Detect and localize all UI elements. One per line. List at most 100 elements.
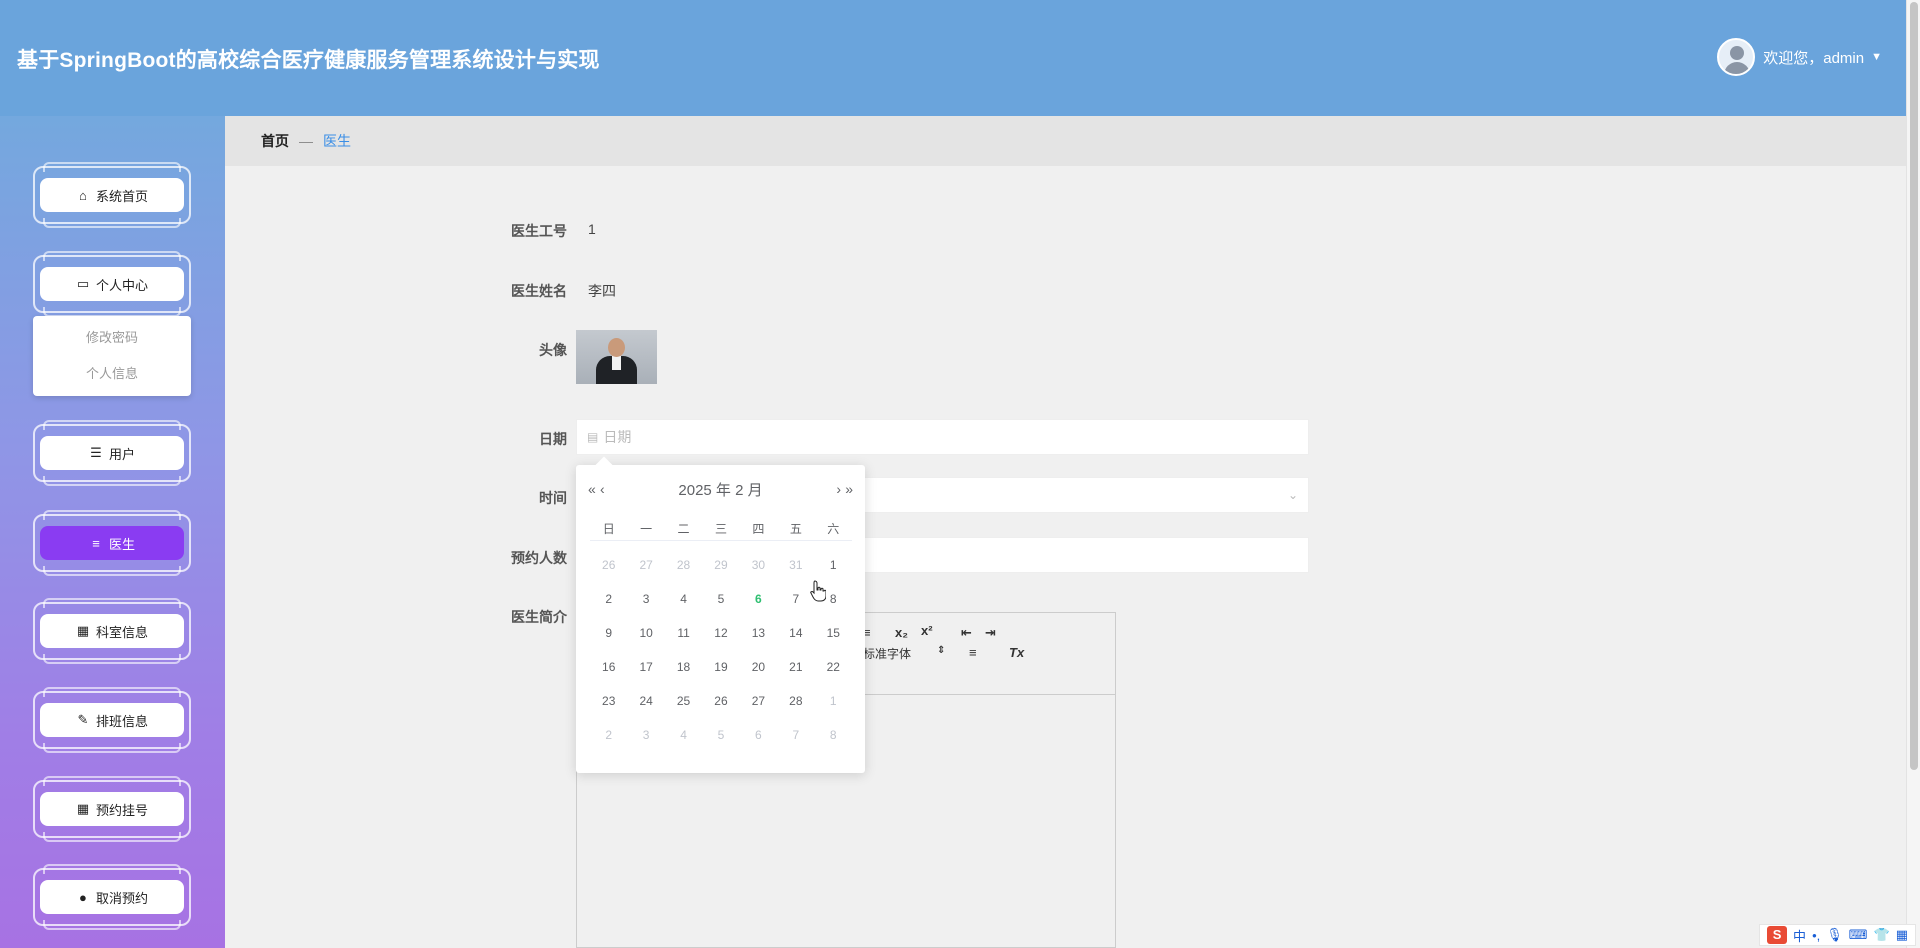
scrollbar-thumb[interactable] xyxy=(1910,2,1918,770)
day-cell[interactable]: 13 xyxy=(740,616,777,650)
list-icon: ≡ xyxy=(92,535,100,551)
day-cell[interactable]: 31 xyxy=(777,548,814,582)
doctor-avatar-image xyxy=(576,330,657,384)
outdent-icon[interactable]: ⇤ xyxy=(961,625,972,641)
sidebar-item-departments[interactable]: ▦ 科室信息 xyxy=(33,598,191,664)
clear-format-button[interactable]: Tx xyxy=(1009,645,1024,660)
day-cell[interactable]: 24 xyxy=(627,684,664,718)
day-cell[interactable]: 27 xyxy=(740,684,777,718)
weekday: 五 xyxy=(789,522,802,536)
sidebar-item-home[interactable]: ⌂ 系统首页 xyxy=(33,162,191,228)
date-picker-popup: « ‹ 2025 年 2 月 › » 日 一 二 三 四 五 六 26 27 28 2… xyxy=(576,456,865,773)
day-cell[interactable]: 30 xyxy=(740,548,777,582)
sidebar-item-doctors[interactable]: ≡ 医生 xyxy=(33,510,191,576)
doctor-name-label: 医生姓名 xyxy=(511,283,567,299)
day-grid: 26 27 28 29 30 31 1 2 3 4 5 6 7 8 9 10 11 12 13 14 15 16 17 18 1… xyxy=(590,548,852,752)
weekday: 三 xyxy=(714,522,727,536)
weekday: 二 xyxy=(677,522,690,536)
sidebar-item-users[interactable]: ☰ 用户 xyxy=(33,420,191,486)
week-row: 2345678 xyxy=(590,718,852,752)
indent-icon[interactable]: ⇥ xyxy=(985,625,996,641)
page-scrollbar[interactable] xyxy=(1906,0,1920,948)
day-cell[interactable]: 6 xyxy=(740,718,777,752)
sidebar-item-schedule[interactable]: ✎ 排班信息 xyxy=(33,687,191,753)
week-row: 16 17 18 19 20 21 22 xyxy=(590,650,852,684)
breadcrumb-home[interactable]: 首页 xyxy=(261,131,289,151)
welcome-text: 欢迎您，admin xyxy=(1763,49,1865,67)
weekday-row: 日 一 二 三 四 五 六 xyxy=(590,517,852,541)
day-cell[interactable]: 3 xyxy=(627,582,664,616)
day-cell[interactable]: 26 xyxy=(590,548,627,582)
next-month-icon[interactable]: › xyxy=(836,481,841,497)
day-cell[interactable]: 21 xyxy=(777,650,814,684)
avatar-label: 头像 xyxy=(539,342,567,358)
day-cell[interactable]: 4 xyxy=(665,718,702,752)
day-cell[interactable]: 29 xyxy=(702,548,739,582)
day-cell[interactable]: 27 xyxy=(627,548,664,582)
grid-icon: ▦ xyxy=(76,623,90,638)
day-cell[interactable]: 14 xyxy=(777,616,814,650)
microphone-icon[interactable]: 🎙 xyxy=(1826,927,1843,943)
day-cell[interactable]: 1 xyxy=(815,684,852,718)
text-align-icon[interactable]: ≡ xyxy=(969,645,977,660)
day-cell[interactable]: 28 xyxy=(665,548,702,582)
ime-lang[interactable]: 中 xyxy=(1793,926,1806,945)
day-cell[interactable]: 1 xyxy=(815,548,852,582)
weekday: 六 xyxy=(827,522,840,536)
day-cell[interactable]: 12 xyxy=(702,616,739,650)
day-cell[interactable]: 7 xyxy=(777,718,814,752)
sliders-icon: ☰ xyxy=(90,445,102,460)
ime-punct[interactable]: •, xyxy=(1812,928,1820,943)
day-cell[interactable]: 15 xyxy=(815,616,852,650)
day-cell[interactable]: 8 xyxy=(815,718,852,752)
sidebar-item-appointments[interactable]: ▦ 预约挂号 xyxy=(33,776,191,842)
time-label: 时间 xyxy=(539,490,567,506)
date-label: 日期 xyxy=(539,431,567,447)
day-cell[interactable]: 11 xyxy=(665,616,702,650)
day-cell[interactable]: 9 xyxy=(590,616,627,650)
submenu-change-password[interactable]: 修改密码 xyxy=(33,320,191,356)
skin-icon[interactable]: 👕 xyxy=(1874,927,1890,943)
day-cell[interactable]: 5 xyxy=(702,718,739,752)
ime-toolbar: S 中 •, 🎙 ⌨ 👕 ▦ xyxy=(1759,924,1916,946)
select-arrows-icon: ⇕ xyxy=(937,645,946,656)
day-cell[interactable]: 16 xyxy=(590,650,627,684)
day-cell[interactable]: 10 xyxy=(627,616,664,650)
day-cell[interactable]: 28 xyxy=(777,684,814,718)
breadcrumb-current: 医生 xyxy=(323,133,351,149)
sidebar-item-personal-center[interactable]: ▭ 个人中心 xyxy=(33,251,191,317)
day-cell[interactable]: 2 xyxy=(590,582,627,616)
subscript-button[interactable]: x₂ xyxy=(895,625,908,640)
day-cell[interactable]: 4 xyxy=(665,582,702,616)
app-title: 基于SpringBoot的高校综合医疗健康服务管理系统设计与实现 xyxy=(17,49,600,72)
calendar-icon: ▤ xyxy=(587,430,599,444)
day-cell[interactable]: 26 xyxy=(702,684,739,718)
day-cell[interactable]: 20 xyxy=(740,650,777,684)
day-cell[interactable]: 22 xyxy=(815,650,852,684)
date-input[interactable]: ▤ 日期 xyxy=(576,419,1309,455)
sidebar-item-cancel-appointment[interactable]: ● 取消预约 xyxy=(33,864,191,930)
day-cell[interactable]: 7 xyxy=(777,582,814,616)
day-cell[interactable]: 18 xyxy=(665,650,702,684)
date-placeholder: 日期 xyxy=(603,429,632,445)
day-cell[interactable]: 17 xyxy=(627,650,664,684)
personal-submenu: 修改密码 个人信息 xyxy=(33,316,191,396)
day-cell[interactable]: 19 xyxy=(702,650,739,684)
keyboard-icon[interactable]: ⌨ xyxy=(1849,927,1868,943)
day-cell[interactable]: 5 xyxy=(702,582,739,616)
day-cell[interactable]: 2 xyxy=(590,718,627,752)
grid-icon[interactable]: ▦ xyxy=(1896,927,1908,943)
next-year-icon[interactable]: » xyxy=(845,481,853,497)
day-cell[interactable]: 3 xyxy=(627,718,664,752)
date-picker-header: 2025 年 2 月 xyxy=(678,482,763,499)
intro-label: 医生简介 xyxy=(511,609,567,625)
user-menu[interactable]: 欢迎您，admin ▼ xyxy=(1717,38,1882,76)
day-cell[interactable]: 6 xyxy=(740,582,777,616)
submenu-personal-info[interactable]: 个人信息 xyxy=(33,356,191,392)
superscript-button[interactable]: x² xyxy=(921,623,933,638)
font-select[interactable]: 标准字体 xyxy=(863,645,911,662)
day-cell[interactable]: 25 xyxy=(665,684,702,718)
week-row: 26 27 28 29 30 31 1 xyxy=(590,548,852,582)
sogou-icon[interactable]: S xyxy=(1767,926,1788,944)
day-cell[interactable]: 23 xyxy=(590,684,627,718)
